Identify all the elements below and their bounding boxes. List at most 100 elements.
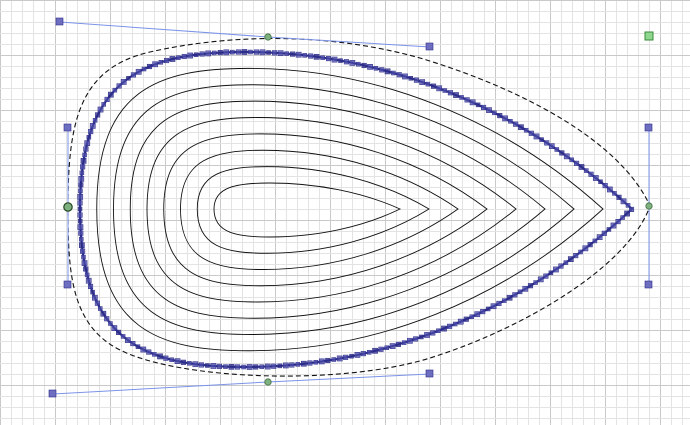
path-node[interactable] [211,50,217,56]
path-node[interactable] [199,51,205,57]
path-node[interactable] [101,102,106,107]
path-node[interactable] [282,362,289,369]
path-node[interactable] [79,242,85,249]
path-node[interactable] [246,364,253,370]
path-node[interactable] [528,130,534,136]
path-node[interactable] [395,341,401,347]
path-node[interactable] [205,363,210,368]
drawing-canvas[interactable] [0,0,690,425]
path-node[interactable] [625,203,631,208]
path-node[interactable] [259,49,266,56]
path-node[interactable] [408,76,413,81]
path-node[interactable] [331,357,336,362]
dashed-outline-path[interactable] [67,38,651,377]
path-node[interactable] [517,289,523,295]
path-node[interactable] [85,277,92,284]
path-node[interactable] [338,58,343,63]
path-node[interactable] [210,363,217,369]
path-node[interactable] [253,49,260,55]
path-node[interactable] [77,212,83,218]
path-node[interactable] [496,300,502,307]
path-node[interactable] [307,360,313,366]
path-node[interactable] [97,106,104,113]
path-node[interactable] [349,353,354,359]
path-node[interactable] [413,336,419,342]
path-node[interactable] [248,49,253,55]
path-node[interactable] [485,306,491,312]
path-node[interactable] [548,270,554,276]
path-node[interactable] [87,283,94,290]
green-square-icon[interactable] [644,31,654,41]
path-node[interactable] [174,358,181,364]
path-node[interactable] [90,289,95,295]
path-node[interactable] [308,53,314,59]
path-node[interactable] [508,119,513,124]
path-node[interactable] [366,349,372,355]
path-node[interactable] [431,83,437,89]
path-node[interactable] [86,135,92,140]
path-node[interactable] [573,253,579,259]
path-node[interactable] [266,50,271,55]
path-node[interactable] [78,175,85,182]
path-node[interactable] [543,273,549,279]
path-node[interactable] [116,83,122,89]
path-node[interactable] [77,194,84,200]
path-node[interactable] [89,123,96,129]
path-node[interactable] [223,49,230,56]
path-node[interactable] [77,206,83,212]
path-node[interactable] [100,310,107,317]
path-node[interactable] [459,95,464,100]
path-node[interactable] [92,294,98,301]
path-node[interactable] [447,90,453,96]
path-node[interactable] [112,87,118,93]
path-node[interactable] [104,96,110,102]
path-node[interactable] [430,330,436,336]
path-node[interactable] [436,85,443,92]
path-node[interactable] [563,260,569,265]
path-node[interactable] [120,334,126,339]
path-node[interactable] [442,88,448,93]
path-node[interactable] [80,158,87,164]
path-node[interactable] [523,127,529,133]
path-node[interactable] [402,73,408,80]
path-node[interactable] [192,361,199,368]
path-node[interactable] [313,359,319,365]
path-node[interactable] [277,50,284,57]
path-node[interactable] [378,346,384,352]
path-node[interactable] [475,102,481,108]
path-node[interactable] [111,325,118,331]
path-node[interactable] [592,238,598,244]
path-node[interactable] [441,325,447,332]
path-node[interactable] [300,360,307,367]
path-node[interactable] [544,140,550,146]
path-node[interactable] [295,362,301,367]
path-node[interactable] [396,72,402,78]
path-node[interactable] [216,363,222,369]
square-handle-icon[interactable] [63,123,72,132]
path-node[interactable] [198,362,204,368]
path-node[interactable] [602,183,608,189]
path-node[interactable] [372,347,378,354]
path-node[interactable] [610,222,617,229]
path-node[interactable] [88,129,94,135]
path-node[interactable] [419,79,426,85]
path-node[interactable] [318,358,325,365]
path-node[interactable] [463,316,469,322]
path-node[interactable] [616,194,622,200]
path-node[interactable] [253,364,259,370]
path-node[interactable] [457,318,464,325]
path-node[interactable] [553,266,559,273]
square-handle-icon[interactable] [644,123,653,132]
path-node[interactable] [97,306,103,311]
path-node[interactable] [234,364,241,370]
path-node[interactable] [620,215,625,220]
path-node[interactable] [259,364,264,369]
path-node[interactable] [331,56,338,63]
path-node[interactable] [343,354,349,360]
path-node[interactable] [596,234,603,240]
path-node[interactable] [592,175,599,181]
path-node[interactable] [79,170,85,176]
path-node[interactable] [141,66,147,72]
path-node[interactable] [569,157,574,163]
path-node[interactable] [241,364,246,370]
